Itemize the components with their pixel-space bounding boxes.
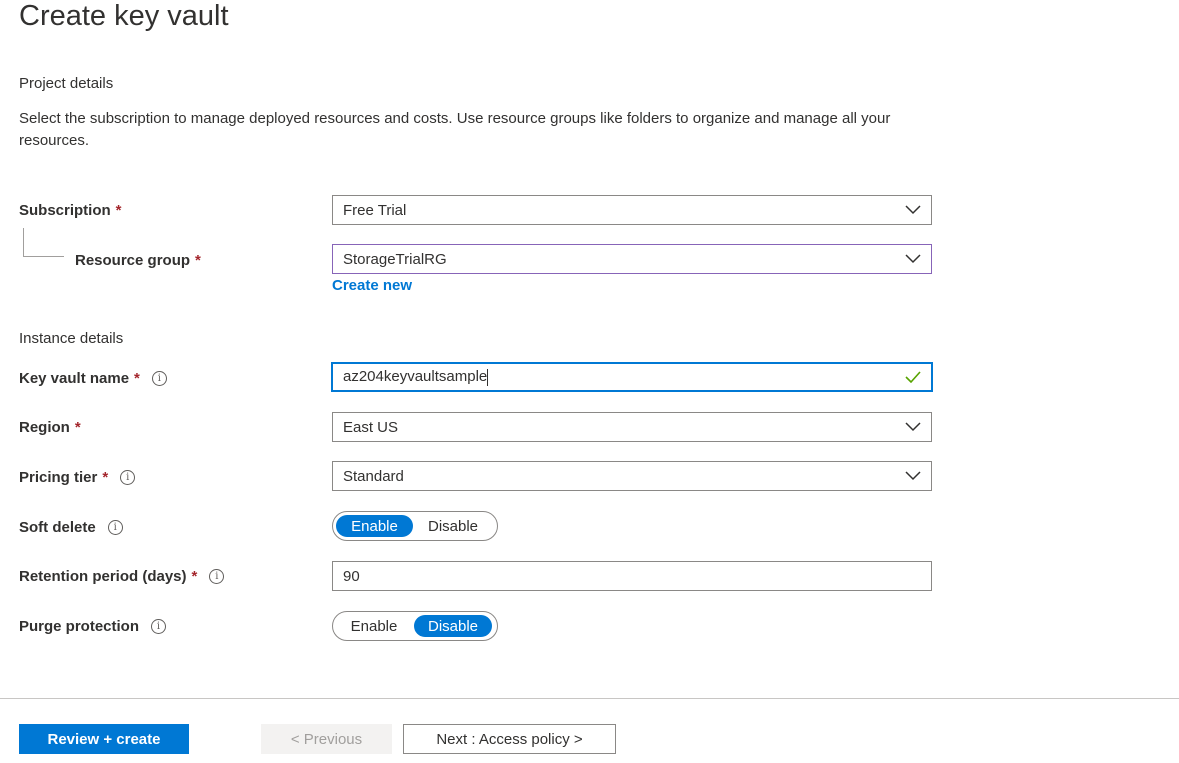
region-dropdown[interactable]: East US [332, 412, 932, 442]
tree-connector-vertical [23, 228, 24, 257]
soft-delete-enable-option[interactable]: Enable [336, 515, 413, 537]
subscription-value: Free Trial [343, 201, 407, 219]
retention-period-label: Retention period (days) * i [19, 561, 225, 591]
resource-group-label: Resource group * [75, 251, 201, 269]
instance-details-heading: Instance details [19, 330, 124, 347]
subscription-dropdown[interactable]: Free Trial [332, 195, 932, 225]
info-icon[interactable]: i [151, 618, 167, 634]
chevron-down-icon [905, 419, 921, 435]
pricing-tier-dropdown[interactable]: Standard [332, 461, 932, 491]
required-asterisk: * [191, 567, 198, 585]
soft-delete-label: Soft delete i [19, 512, 123, 542]
key-vault-name-label: Key vault name * i [19, 363, 167, 393]
required-asterisk: * [195, 251, 201, 269]
info-icon[interactable]: i [151, 370, 167, 386]
purge-protection-label: Purge protection i [19, 611, 167, 641]
footer-divider [0, 698, 1179, 699]
key-vault-name-input[interactable]: az204keyvaultsample [331, 362, 933, 392]
info-icon[interactable]: i [107, 519, 123, 535]
resource-group-value: StorageTrialRG [343, 250, 447, 268]
project-details-heading: Project details [19, 75, 114, 92]
soft-delete-disable-option[interactable]: Disable [413, 515, 493, 537]
text-caret [487, 368, 489, 386]
project-details-description: Select the subscription to manage deploy… [19, 110, 891, 149]
info-icon[interactable]: i [120, 469, 136, 485]
required-asterisk: * [74, 418, 81, 436]
key-vault-name-value: az204keyvaultsample [343, 368, 488, 386]
required-asterisk: * [115, 201, 122, 219]
chevron-down-icon [905, 468, 921, 484]
retention-period-input[interactable]: 90 [332, 561, 932, 591]
required-asterisk: * [102, 468, 109, 486]
chevron-down-icon [905, 202, 921, 218]
required-asterisk: * [134, 369, 140, 387]
region-value: East US [343, 418, 399, 436]
chevron-down-icon [905, 251, 921, 267]
review-create-button[interactable]: Review + create [19, 724, 189, 754]
subscription-label: Subscription * [19, 201, 122, 219]
create-key-vault-page: Create key vault Project details Select … [0, 0, 1179, 763]
purge-protection-toggle: Enable Disable [332, 611, 498, 641]
checkmark-icon [905, 369, 921, 385]
pricing-tier-value: Standard [343, 467, 404, 485]
pricing-tier-label: Pricing tier * i [19, 462, 136, 492]
create-new-link[interactable]: Create new [332, 277, 412, 294]
region-label: Region * [19, 418, 81, 436]
purge-protection-disable-option[interactable]: Disable [414, 615, 492, 637]
purge-protection-enable-option[interactable]: Enable [334, 615, 414, 637]
retention-period-value: 90 [343, 567, 360, 585]
info-icon[interactable]: i [209, 568, 225, 584]
previous-button[interactable]: < Previous [261, 724, 392, 754]
soft-delete-toggle: Enable Disable [332, 511, 498, 541]
page-title: Create key vault [19, 0, 229, 32]
resource-group-dropdown[interactable]: StorageTrialRG [332, 244, 932, 274]
tree-connector-horizontal [23, 256, 64, 257]
next-access-policy-button[interactable]: Next : Access policy > [403, 724, 616, 754]
